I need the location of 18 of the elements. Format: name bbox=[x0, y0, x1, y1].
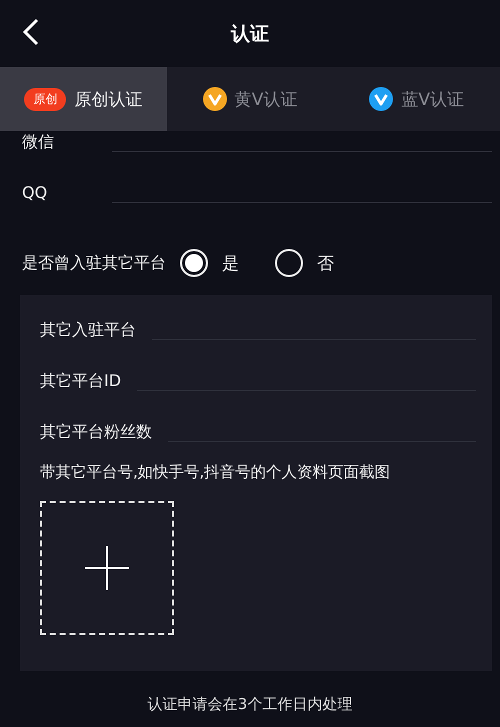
field-label: 其它平台ID bbox=[40, 371, 122, 391]
radio-option[interactable]: 是 bbox=[180, 249, 239, 277]
upload-hint: 带其它平台号,如快手号,抖音号的个人资料页面截图 bbox=[40, 462, 391, 483]
page-title: 认证 bbox=[231, 22, 269, 46]
tab[interactable]: 蓝V认证 bbox=[333, 67, 500, 131]
plus-icon bbox=[85, 546, 129, 590]
back-icon[interactable] bbox=[22, 18, 40, 46]
field-label: QQ bbox=[22, 183, 48, 203]
footer-note: 认证申请会在3个工作日内处理 bbox=[146, 695, 354, 714]
tab[interactable]: 原创 原创认证 bbox=[0, 67, 167, 131]
upload-button[interactable] bbox=[40, 501, 174, 635]
field-label: 微信 bbox=[22, 132, 55, 152]
field-label: 其它平台粉丝数 bbox=[40, 422, 152, 442]
tab[interactable]: 黄V认证 bbox=[166, 67, 334, 131]
original-badge: 原创 bbox=[24, 88, 66, 110]
field-label: 其它入驻平台 bbox=[40, 320, 136, 340]
question-label: 是否曾入驻其它平台 bbox=[22, 252, 166, 274]
radio-option[interactable]: 否 bbox=[275, 249, 334, 277]
